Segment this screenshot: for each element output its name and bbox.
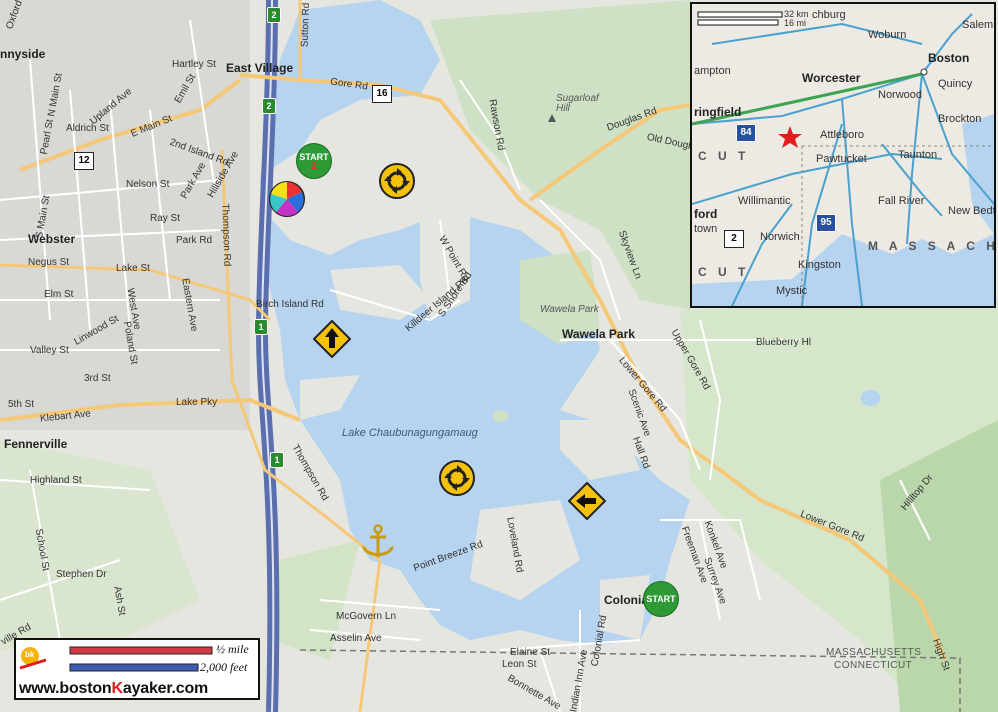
inset-city-boston: Boston [928,51,970,65]
inset-city-label: Woburn [868,29,907,41]
website-url[interactable]: www.bostonKayaker.com [19,680,208,698]
street-label: Highland St [30,475,82,486]
website-url-k: K [111,680,124,697]
street-label: 3rd St [84,373,111,384]
inset-state-label: C U T [698,149,750,163]
arrow-up-sign-icon[interactable] [313,320,351,358]
circle-route-icon[interactable] [438,459,476,497]
route-16-shield: 16 [372,85,392,103]
website-url-prefix: www.boston [19,680,112,697]
inset-city-label: Norwood [878,89,923,101]
inset-city-label: New Bedfo [948,205,996,217]
trip-map[interactable]: East Village Webster Fennerville Wawela … [0,0,998,712]
street-label: Lake Pky [176,397,218,408]
inset-state-label: C U T [698,265,750,279]
inset-city-label: Fall River [878,195,925,207]
interstate-exit-shield: 1 [254,319,268,335]
start-marker-1[interactable]: START [643,581,679,617]
street-label: Negus St [28,257,70,268]
interstate-exit-shield: 1 [270,452,284,468]
start-marker-2[interactable]: START 2 [296,143,332,179]
start-marker-label: START [299,151,329,162]
island [492,410,509,422]
street-label: Valley St [30,345,69,356]
interstate-exit-shield: 2 [267,7,281,23]
inset-city-label: Attleboro [820,129,865,141]
beach-ball-icon[interactable] [268,180,306,218]
street-label: Leon St [502,659,537,670]
town-label-east-village: East Village [226,61,294,75]
inset-city-label: Mystic [776,285,808,297]
inset-state-label: M A S S A C H [868,239,996,253]
street-label: Aldrich St [66,123,109,134]
street-label: Lake St [116,263,150,274]
inset-city-label: Salem [962,19,994,31]
inset-city-label: Norwich [760,231,800,243]
website-url-suffix: ayaker.com [122,680,209,697]
inset-city-worcester: Worcester [802,71,861,85]
arrow-left-sign-icon[interactable] [568,482,606,520]
lake-water [860,390,881,406]
scale-feet: 2,000 feet [200,660,248,674]
inset-city-label: ampton [694,65,731,77]
inset-city-label: Taunton [898,149,938,161]
circle-route-icon[interactable] [378,162,416,200]
inset-city-label: Pawtucket [816,153,867,165]
inset-city-label: Willimantic [738,195,791,207]
inset-route-2-shield: 2 [724,230,744,248]
scale-legend: bk ½ mile 2,000 feet www.bostonKayaker.c… [14,638,260,700]
street-label: Ray St [150,213,181,224]
inset-city-label: Quincy [938,78,973,90]
hill-label: Sugarloaf Hill [556,93,599,114]
town-label-wawela-park: Wawela Park [562,327,635,341]
inset-city-label: ford [694,207,718,221]
town-label-colonia: Colonia [604,593,648,607]
inset-i95-shield: 95 [816,214,836,232]
street-label: Hartley St [172,59,216,70]
state-label-ma: MASSACHUSETTS [826,647,922,658]
park-label: Wawela Park [540,304,599,315]
street-label: 5th St [8,399,35,410]
route-12-shield: 12 [74,152,94,170]
street-label: Nelson St [126,179,170,190]
state-label-ct: CONNECTICUT [834,660,913,671]
street-label: Asselin Ave [330,633,382,644]
inset-map[interactable]: 32 km 16 mi chburg Woburn Salem Boston W… [690,2,996,308]
town-label-fennerville: Fennerville [4,437,68,451]
street-label: Park Rd [176,235,213,246]
street-label: Stephen Dr [56,569,107,580]
start-marker-number: 2 [311,160,317,172]
street-label: Sutton Rd [299,2,313,48]
anchor-icon[interactable] [358,523,398,563]
town-label-nnyside: nnyside [0,47,46,61]
street-label: Elm St [44,289,74,300]
scale-half-mile: ½ mile [216,642,249,656]
start-marker-label: START [646,594,676,604]
lake-label: Lake Chaubunagungamaug [342,427,478,439]
inset-scale-mi: 16 mi [784,18,807,28]
inset-city-label: Brockton [938,113,982,125]
inset-city-label: Kingston [798,259,841,271]
inset-city-springfield: ringfield [694,105,742,119]
street-label: Birch Island Rd [256,299,324,310]
street-label: Blueberry Hl [756,337,812,348]
street-label: Elaine St [510,647,551,658]
inset-i84-shield: 84 [736,124,756,142]
street-label: McGovern Ln [336,611,397,622]
inset-city-label: chburg [812,9,846,21]
site-logo-icon: bk [25,650,35,659]
interstate-exit-shield: 2 [262,98,276,114]
inset-city-label: town [694,223,718,235]
street-label: Thompson Rd [219,203,233,267]
